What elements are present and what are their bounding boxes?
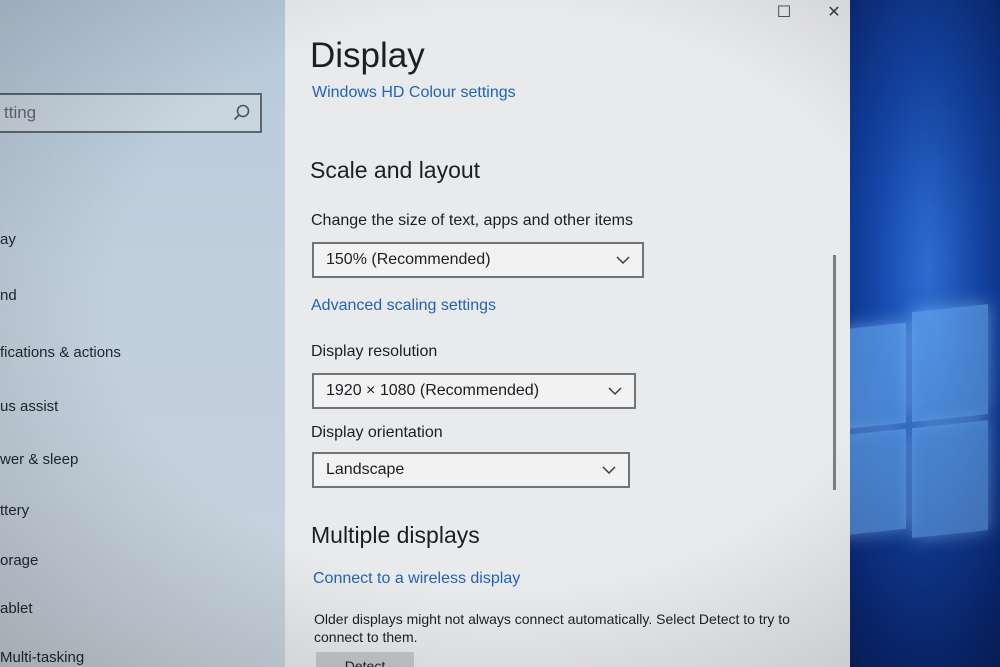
sidebar-item-storage[interactable]: orage [0,552,38,569]
search-placeholder: tting [4,103,37,122]
search-input[interactable]: tting [0,93,262,133]
sidebar-item-power-sleep[interactable]: wer & sleep [0,451,78,468]
orientation-dropdown-value: Landscape [326,461,405,478]
sidebar-item-display[interactable]: ay [0,231,16,248]
scrollbar[interactable] [833,255,836,490]
scale-dropdown[interactable]: 150% (Recommended) [312,242,644,278]
resolution-label: Display resolution [311,343,438,360]
multiple-displays-heading: Multiple displays [311,522,480,548]
orientation-dropdown[interactable]: Landscape [312,452,630,488]
maximize-button[interactable]: ☐ [772,2,796,26]
page-title: Display [310,36,425,75]
chevron-down-icon [608,387,622,396]
sidebar-item-tablet[interactable]: ablet [0,600,33,617]
sidebar-item-sound[interactable]: nd [0,287,17,304]
resolution-dropdown-value: 1920 × 1080 (Recommended) [326,382,540,399]
resolution-dropdown[interactable]: 1920 × 1080 (Recommended) [312,373,636,409]
close-button[interactable]: ✕ [822,2,846,26]
settings-window: tting ay nd fications & actions us assis… [0,0,850,667]
advanced-scaling-link[interactable]: Advanced scaling settings [311,297,496,315]
scale-dropdown-value: 150% (Recommended) [326,251,491,268]
hd-colour-settings-link[interactable]: Windows HD Colour settings [312,84,516,102]
orientation-label: Display orientation [311,424,443,441]
chevron-down-icon [602,466,616,475]
sidebar-item-multitasking[interactable]: Multi-tasking [0,649,84,666]
scale-layout-heading: Scale and layout [310,157,481,183]
detect-button[interactable]: Detect [316,652,414,667]
chevron-down-icon [616,256,630,265]
sidebar-item-notifications[interactable]: fications & actions [0,344,121,361]
sidebar: tting ay nd fications & actions us assis… [0,0,285,667]
sidebar-item-focus-assist[interactable]: us assist [0,398,58,415]
windows-logo-pane [912,304,988,423]
search-icon[interactable] [232,103,252,123]
windows-logo [838,294,988,560]
sidebar-item-battery[interactable]: ttery [0,502,29,519]
text-size-label: Change the size of text, apps and other … [311,212,633,229]
detect-description: Older displays might not always connect … [314,611,790,645]
wireless-display-link[interactable]: Connect to a wireless display [313,570,520,588]
windows-logo-pane [912,420,988,539]
